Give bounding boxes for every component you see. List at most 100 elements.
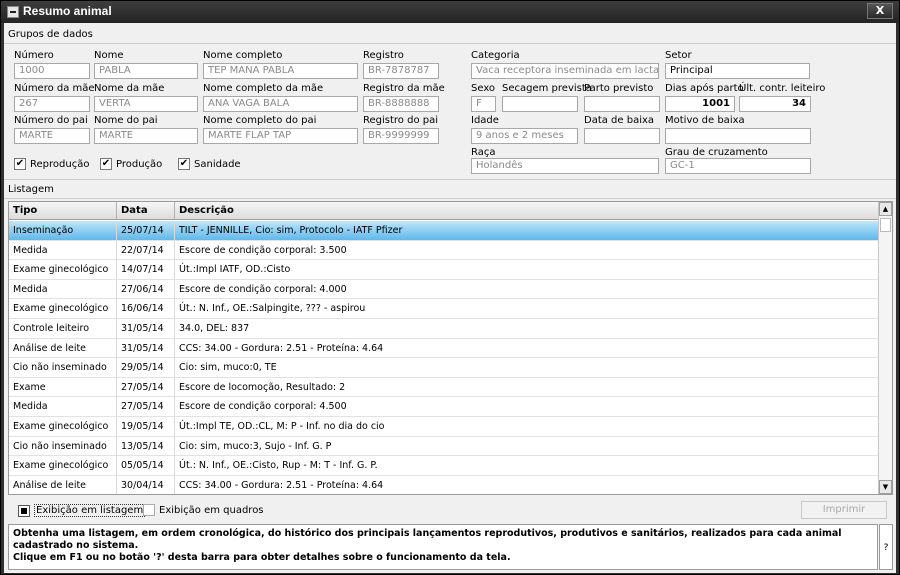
window-body: Grupos de dados Número 1000 Nome PABLA N… — [4, 23, 896, 573]
cell-data: 29/05/14 — [117, 358, 175, 378]
numero-pai-field[interactable]: MARTE — [14, 128, 90, 144]
idade-field[interactable]: 9 anos e 2 meses — [471, 128, 578, 144]
divider — [4, 43, 896, 44]
table-row[interactable]: Controle leiteiro 31/05/14 34.0, DEL: 837 — [9, 319, 879, 339]
nome-completo-mae-label: Nome completo da mãe — [203, 83, 324, 94]
table-row[interactable]: Inseminação 25/07/14 TILT - JENNILLE, Cio… — [9, 221, 879, 241]
column-header-descricao[interactable]: Descrição — [175, 202, 879, 220]
data-baixa-field[interactable] — [584, 128, 660, 144]
nome-completo-pai-field[interactable]: MARTE FLAP TAP — [203, 128, 358, 144]
title-bar: Resumo animal X — [1, 1, 899, 23]
cell-data: 31/05/14 — [117, 319, 175, 338]
window-menu-icon[interactable] — [7, 6, 19, 18]
cell-descricao: Út.: N. Inf., OE.:Cisto, Rup - M: T - In… — [175, 456, 879, 476]
cell-data: 31/05/14 — [117, 338, 175, 358]
nome-field[interactable]: PABLA — [94, 63, 198, 79]
reproducao-label: Reprodução — [30, 158, 90, 170]
window-title: Resumo animal — [23, 4, 112, 18]
cell-tipo: Exame ginecológico — [9, 299, 117, 319]
motivo-baixa-field[interactable] — [665, 128, 811, 144]
exibicao-quadros-radio[interactable]: Exibição em quadros — [143, 504, 264, 516]
cell-descricao: 34.0, DEL: 837 — [175, 319, 879, 338]
parto-label: Parto previsto — [584, 83, 654, 94]
cell-descricao: CCS: 34.00 - Gordura: 2.51 - Proteína: 4… — [175, 475, 879, 494]
cell-descricao: Cio: sim, muco:3, Sujo - Inf. G. P — [175, 436, 879, 456]
grau-field[interactable]: GC-1 — [665, 158, 811, 174]
help-line-2: Clique em F1 ou no botão '?' desta barra… — [13, 552, 511, 563]
close-button[interactable]: X — [867, 3, 893, 19]
check-icon: ✔ — [14, 158, 26, 170]
data-baixa-label: Data de baixa — [584, 115, 655, 126]
cell-data: 19/05/14 — [117, 417, 175, 436]
table-row[interactable]: Cio não inseminado 13/05/14 Cio: sim, muco… — [9, 436, 879, 457]
table-row[interactable]: Exame ginecológico 05/05/14 Út.: N. Inf., … — [9, 456, 879, 476]
registro-pai-field[interactable]: BR-9999999 — [363, 128, 439, 144]
cell-descricao: Út.: N. Inf., OE.:Salpingite, ??? - aspi… — [175, 299, 879, 319]
scroll-up-icon[interactable]: ▲ — [879, 202, 892, 216]
exibicao-listagem-label: Exibição em listagem — [34, 504, 146, 517]
help-button[interactable]: ? — [879, 524, 893, 570]
dias-parto-field[interactable]: 1001 — [665, 96, 735, 112]
registro-pai-label: Registro do pai — [363, 115, 438, 126]
grau-label: Grau de cruzamento — [665, 147, 768, 158]
help-line-1: Obtenha uma listagem, em ordem cronológi… — [13, 528, 842, 551]
nome-completo-mae-field[interactable]: ANA VAGA BALA — [203, 96, 358, 112]
table-row[interactable]: Exame ginecológico 16/06/14 Út.: N. Inf., … — [9, 299, 879, 319]
cell-data: 27/06/14 — [117, 279, 175, 299]
cell-data: 05/05/14 — [117, 456, 175, 476]
motivo-baixa-label: Motivo de baixa — [665, 115, 745, 126]
cell-tipo: Cio não inseminado — [9, 358, 117, 378]
producao-checkbox[interactable]: ✔ Produção — [100, 158, 162, 170]
setor-field[interactable]: Principal — [665, 63, 810, 79]
cell-data: 25/07/14 — [117, 221, 175, 240]
table-row[interactable]: Análise de leite 30/04/14 CCS: 34.00 - Gor… — [9, 475, 879, 494]
table-row[interactable]: Medida 27/05/14 Escore de condição corpora… — [9, 397, 879, 417]
setor-label: Setor — [665, 50, 692, 61]
listagem-grid: Tipo Data Descrição Inseminação 25/07/14 … — [8, 201, 893, 495]
cell-data: 27/05/14 — [117, 397, 175, 417]
vertical-scrollbar[interactable]: ▲ ▼ — [878, 202, 892, 494]
nome-completo-field[interactable]: TEP MANA PABLA — [203, 63, 358, 79]
scroll-down-icon[interactable]: ▼ — [879, 480, 892, 494]
check-icon: ✔ — [100, 158, 112, 170]
table-row[interactable]: Exame ginecológico 14/07/14 Út.:Impl IATF,… — [9, 260, 879, 280]
sexo-field[interactable]: F — [471, 96, 496, 112]
nome-pai-field[interactable]: MARTE — [94, 128, 198, 144]
table-row[interactable]: Cio não inseminado 29/05/14 Cio: sim, muco… — [9, 358, 879, 378]
cell-data: 30/04/14 — [117, 475, 175, 494]
table-row[interactable]: Análise de leite 31/05/14 CCS: 34.00 - Gor… — [9, 338, 879, 359]
registro-mae-field[interactable]: BR-8888888 — [363, 96, 439, 112]
cell-tipo: Análise de leite — [9, 338, 117, 358]
cell-data: 16/06/14 — [117, 299, 175, 319]
scroll-thumb[interactable] — [880, 218, 891, 232]
numero-field[interactable]: 1000 — [14, 63, 90, 79]
reproducao-checkbox[interactable]: ✔ Reprodução — [14, 158, 89, 170]
column-header-tipo[interactable]: Tipo — [9, 202, 117, 220]
table-row[interactable]: Medida 27/06/14 Escore de condição corpora… — [9, 279, 879, 300]
cell-tipo: Exame ginecológico — [9, 456, 117, 476]
cell-tipo: Cio não inseminado — [9, 436, 117, 456]
radio-icon — [143, 504, 155, 516]
cell-tipo: Exame — [9, 377, 117, 397]
column-header-data[interactable]: Data — [117, 202, 175, 220]
nome-mae-field[interactable]: VERTA — [94, 96, 198, 112]
registro-field[interactable]: BR-7878787 — [363, 63, 439, 79]
divider — [4, 179, 896, 180]
sanidade-checkbox[interactable]: ✔ Sanidade — [178, 158, 241, 170]
categoria-field[interactable]: Vaca receptora inseminada em lactação — [471, 63, 659, 79]
secagem-field[interactable] — [502, 96, 578, 112]
raca-label: Raça — [471, 147, 496, 158]
exibicao-listagem-radio[interactable]: Exibição em listagem — [18, 504, 146, 517]
ult-contr-field[interactable]: 34 — [739, 96, 811, 112]
raca-field[interactable]: Holandês — [471, 158, 659, 174]
numero-mae-field[interactable]: 267 — [14, 96, 90, 112]
table-row[interactable]: Exame 27/05/14 Escore de locomoção, Result… — [9, 377, 879, 398]
table-row[interactable]: Exame ginecológico 19/05/14 Út.:Impl TE, O… — [9, 417, 879, 437]
cell-descricao: Escore de locomoção, Resultado: 2 — [175, 377, 879, 397]
cell-tipo: Controle leiteiro — [9, 319, 117, 338]
parto-field[interactable] — [584, 96, 660, 112]
table-row[interactable]: Medida 22/07/14 Escore de condição corpora… — [9, 240, 879, 261]
imprimir-button[interactable]: Imprimir — [801, 501, 887, 519]
sanidade-label: Sanidade — [194, 158, 241, 170]
numero-label: Número — [14, 50, 54, 61]
